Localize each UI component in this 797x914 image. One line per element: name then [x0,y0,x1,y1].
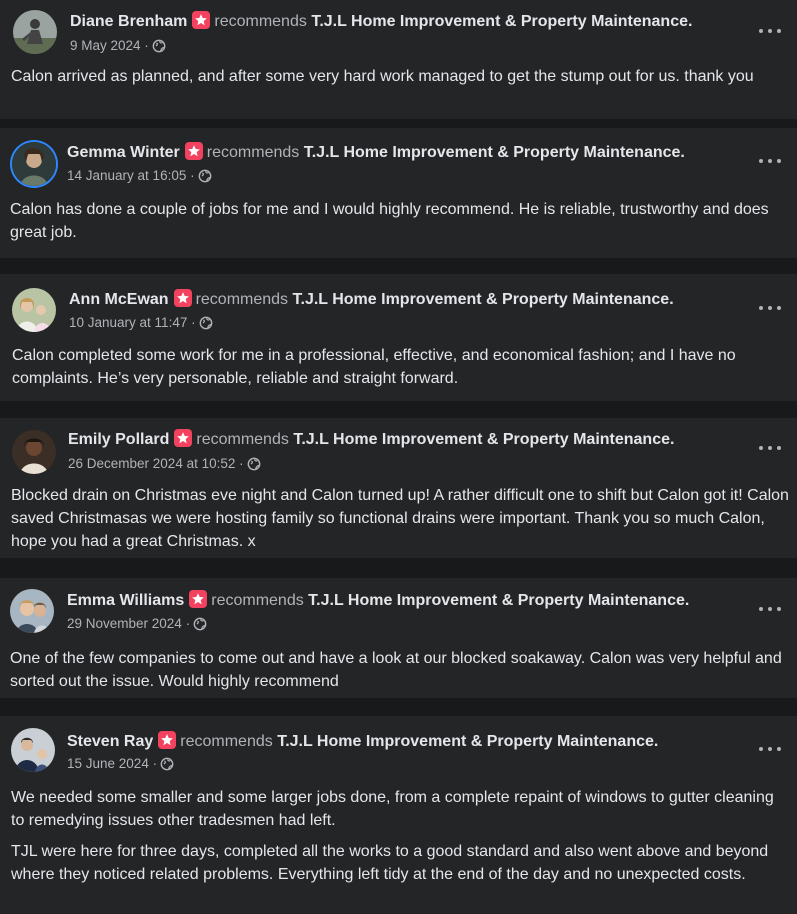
more-options-button[interactable] [759,444,781,452]
post-date[interactable]: 10 January at 11:47 · [69,315,196,330]
reviewer-name[interactable]: Emily Pollard [68,431,169,448]
page-name-link[interactable]: T.J.L Home Improvement & Property Mainte… [277,733,658,750]
review-header: Ann McEwan recommends T.J.L Home Improvem… [69,289,674,310]
review-text: Calon has done a couple of jobs for me a… [10,198,789,244]
more-options-button[interactable] [759,605,781,613]
recommends-text: recommends [206,144,300,161]
recommends-text: recommends [195,291,289,308]
avatar[interactable] [11,728,55,772]
reviewer-name[interactable]: Steven Ray [67,733,153,750]
globe-icon [198,169,211,183]
post-meta: 15 June 2024 · [67,755,174,773]
post-meta: 10 January at 11:47 · [69,314,213,332]
avatar[interactable] [12,142,56,186]
reviewer-name[interactable]: Gemma Winter [67,144,180,161]
review-header: Steven Ray recommends T.J.L Home Improvem… [67,731,658,752]
recommend-star-icon [192,11,211,29]
recommends-text: recommends [180,733,273,750]
review-card: Ann McEwan recommends T.J.L Home Improvem… [0,274,797,401]
more-options-button[interactable] [759,27,781,35]
globe-icon [152,39,166,53]
review-card: Diane Brenham recommends T.J.L Home Impro… [0,0,797,119]
page-name-link[interactable]: T.J.L Home Improvement & Property Mainte… [304,144,685,161]
review-text: Blocked drain on Christmas eve night and… [11,484,789,553]
review-header: Emily Pollard recommends T.J.L Home Impro… [68,429,674,450]
page-name-link[interactable]: T.J.L Home Improvement & Property Mainte… [311,13,692,30]
more-options-button[interactable] [759,157,781,165]
recommends-text: recommends [211,592,304,609]
avatar[interactable] [13,10,57,54]
recommends-text: recommends [214,13,307,30]
recommend-star-icon [189,590,208,608]
globe-icon [247,457,261,471]
review-paragraph: Blocked drain on Christmas eve night and… [11,487,789,550]
recommend-star-icon [158,731,177,749]
post-date[interactable]: 9 May 2024 · [70,38,149,53]
avatar[interactable] [12,430,56,474]
reviewer-name[interactable]: Diane Brenham [70,13,187,30]
review-paragraph: Calon completed some work for me in a pr… [12,347,736,387]
review-paragraph: TJL were here for three days, completed … [11,843,769,883]
globe-icon [193,617,207,631]
recommend-star-icon [174,429,193,447]
review-paragraph: Calon has done a couple of jobs for me a… [10,201,769,241]
post-date[interactable]: 29 November 2024 · [67,616,190,631]
globe-icon [199,316,212,330]
post-date[interactable]: 15 June 2024 · [67,756,157,771]
post-meta: 29 November 2024 · [67,615,207,633]
page-name-link[interactable]: T.J.L Home Improvement & Property Mainte… [293,431,674,448]
review-card: Gemma Winter recommends T.J.L Home Improv… [0,128,797,258]
review-text: We needed some smaller and some larger j… [11,786,789,886]
post-meta: 26 December 2024 at 10:52 · [68,455,261,473]
recommend-star-icon [184,142,203,160]
review-paragraph: We needed some smaller and some larger j… [11,789,774,829]
review-text: Calon completed some work for me in a pr… [12,344,789,390]
review-text: One of the few companies to come out and… [10,647,789,693]
review-header: Gemma Winter recommends T.J.L Home Improv… [67,142,685,163]
globe-icon [160,757,174,771]
recommend-star-icon [173,289,192,307]
page-name-link[interactable]: T.J.L Home Improvement & Property Mainte… [293,291,674,308]
review-header: Emma Williams recommends T.J.L Home Impro… [67,590,689,611]
review-card: Emily Pollard recommends T.J.L Home Impro… [0,418,797,558]
reviewer-name[interactable]: Emma Williams [67,592,184,609]
more-options-button[interactable] [759,304,781,312]
post-date[interactable]: 26 December 2024 at 10:52 · [68,456,244,471]
review-header: Diane Brenham recommends T.J.L Home Impro… [70,11,692,32]
post-date[interactable]: 14 January at 16:05 · [67,168,195,183]
review-card: Steven Ray recommends T.J.L Home Improvem… [0,716,797,914]
avatar[interactable] [10,589,54,633]
review-text: Calon arrived as planned, and after some… [11,65,789,88]
avatar[interactable] [12,288,56,332]
recommends-text: recommends [196,431,289,448]
review-paragraph: One of the few companies to come out and… [10,650,782,690]
page-name-link[interactable]: T.J.L Home Improvement & Property Mainte… [308,592,689,609]
review-paragraph: Calon arrived as planned, and after some… [11,68,754,85]
post-meta: 9 May 2024 · [70,37,166,55]
review-card: Emma Williams recommends T.J.L Home Impro… [0,578,797,698]
more-options-button[interactable] [759,745,781,753]
post-meta: 14 January at 16:05 · [67,167,212,185]
reviewer-name[interactable]: Ann McEwan [69,291,169,308]
